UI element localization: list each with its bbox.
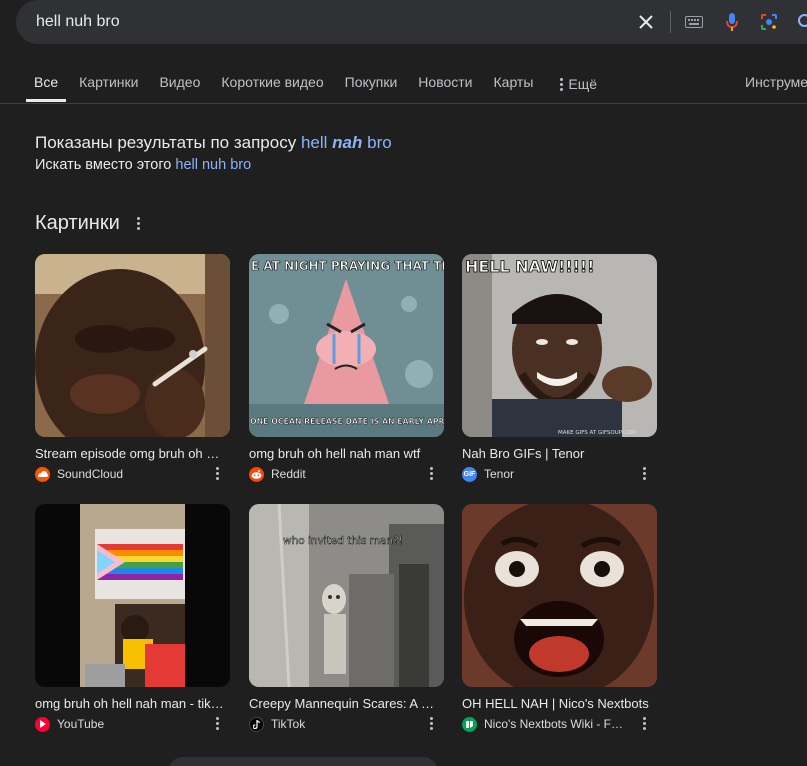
image-caption[interactable]: Nah Bro GIFs | Tenor — [462, 446, 652, 461]
image-menu-icon[interactable] — [212, 467, 222, 480]
image-menu-icon[interactable] — [426, 467, 436, 480]
section-menu-icon[interactable] — [134, 217, 144, 230]
screaming-face-image — [462, 504, 657, 687]
image-thumbnail[interactable]: HELL NAW!!!!! MAKE GIFS AT GIFSOUP.COM — [462, 254, 657, 437]
more-vert-icon — [558, 77, 564, 91]
tab-more-label: Ещё — [568, 76, 598, 92]
reddit-icon — [249, 466, 264, 482]
lens-icon[interactable] — [759, 12, 779, 32]
tools-button[interactable]: Инструменты — [745, 74, 807, 90]
mannequin-image: who invited this man?! — [249, 504, 444, 687]
image-source[interactable]: Nico's Nextbots Wiki - Fandom — [462, 716, 657, 732]
source-name: Nico's Nextbots Wiki - Fandom — [484, 717, 629, 731]
tab-short-videos[interactable]: Короткие видео — [221, 66, 323, 102]
image-menu-icon[interactable] — [212, 717, 222, 730]
image-result: E AT NIGHT PRAYING THAT THE N ONE OCEAN … — [249, 254, 444, 482]
tab-maps[interactable]: Карты — [494, 66, 534, 102]
image-thumbnail[interactable] — [462, 504, 657, 687]
image-menu-icon[interactable] — [639, 467, 649, 480]
image-menu-icon[interactable] — [639, 717, 649, 730]
fandom-icon — [462, 716, 477, 732]
image-source[interactable]: YouTube — [35, 716, 230, 732]
corrected-query-link[interactable]: hell nah bro — [301, 133, 392, 152]
crying-man-image — [35, 254, 230, 437]
hell-naw-gif-image: HELL NAW!!!!! MAKE GIFS AT GIFSOUP.COM — [462, 254, 657, 437]
tab-all[interactable]: Все — [26, 66, 67, 102]
classroom-projector-image — [35, 504, 230, 687]
tab-videos[interactable]: Видео — [159, 66, 200, 102]
tab-more[interactable]: Ещё — [558, 66, 597, 102]
corrected-word-2: bro — [367, 133, 392, 152]
search-icon[interactable] — [796, 12, 807, 32]
meme-bottom-text: ONE OCEAN RELEASE DATE IS AN EARLY APRIL… — [250, 417, 444, 426]
image-thumbnail[interactable]: E AT NIGHT PRAYING THAT THE N ONE OCEAN … — [249, 254, 444, 437]
source-name: YouTube — [57, 717, 105, 731]
tab-images[interactable]: Картинки — [79, 66, 138, 102]
tab-news[interactable]: Новости — [418, 66, 472, 102]
meme-top-text: E AT NIGHT PRAYING THAT THE N — [251, 259, 444, 273]
image-thumbnail[interactable] — [35, 504, 230, 687]
search-input[interactable] — [36, 0, 596, 44]
image-thumbnail[interactable] — [35, 254, 230, 437]
source-name: Tenor — [484, 467, 515, 481]
image-result: Stream episode omg bruh oh hell nah man … — [35, 254, 230, 482]
search-tabs: Все Картинки Видео Короткие видео Покупк… — [26, 66, 618, 102]
keyboard-icon[interactable] — [684, 12, 704, 32]
clear-icon[interactable] — [636, 12, 656, 32]
microphone-icon[interactable] — [722, 12, 742, 32]
meme-top-text: HELL NAW!!!!! — [465, 257, 594, 276]
tabs-divider — [0, 103, 807, 104]
more-images-button[interactable] — [168, 757, 438, 766]
meme-top-text: who invited this man?! — [283, 535, 403, 547]
soundcloud-icon — [35, 466, 50, 482]
image-source[interactable]: TikTok — [249, 716, 444, 732]
source-name: TikTok — [271, 717, 306, 731]
search-bar[interactable] — [16, 0, 807, 44]
image-caption[interactable]: Creepy Mannequin Scares: A Collection — [249, 696, 439, 711]
image-result: omg bruh oh hell nah man - tiktok YouTub… — [35, 504, 230, 732]
corrected-word-bold: nah — [332, 133, 363, 152]
spelling-correction: Показаны результаты по запросу hell nah … — [35, 133, 392, 153]
gifsoup-watermark: MAKE GIFS AT GIFSOUP.COM — [558, 430, 636, 436]
image-caption[interactable]: OH HELL NAH | Nico's Nextbots — [462, 696, 652, 711]
original-query-link[interactable]: hell nuh bro — [175, 157, 251, 173]
image-menu-icon[interactable] — [426, 717, 436, 730]
image-thumbnail[interactable]: who invited this man?! — [249, 504, 444, 687]
patrick-meme-image: E AT NIGHT PRAYING THAT THE N ONE OCEAN … — [249, 254, 444, 437]
source-name: SoundCloud — [57, 467, 124, 481]
search-instead: Искать вместо этого hell nuh bro — [35, 157, 251, 173]
corrected-word-1: hell — [300, 133, 328, 152]
image-caption[interactable]: omg bruh oh hell nah man wtf — [249, 446, 439, 461]
tiktok-icon — [249, 716, 264, 732]
search-instead-label: Искать вместо этого — [35, 157, 172, 173]
showing-results-label: Показаны результаты по запросу — [35, 133, 297, 152]
image-caption[interactable]: omg bruh oh hell nah man - tiktok — [35, 696, 225, 711]
search-divider — [670, 11, 671, 33]
tab-shopping[interactable]: Покупки — [345, 66, 398, 102]
images-section-title: Картинки — [35, 212, 120, 234]
image-source[interactable]: Reddit — [249, 466, 444, 482]
source-name: Reddit — [271, 467, 306, 481]
image-result: HELL NAW!!!!! MAKE GIFS AT GIFSOUP.COM N… — [462, 254, 657, 482]
image-result: who invited this man?! Creepy Mannequin … — [249, 504, 444, 732]
image-source[interactable]: SoundCloud — [35, 466, 230, 482]
image-source[interactable]: GIF Tenor — [462, 466, 657, 482]
youtube-icon — [35, 716, 50, 732]
images-section-header: Картинки — [35, 212, 144, 235]
image-result: OH HELL NAH | Nico's Nextbots Nico's Nex… — [462, 504, 657, 732]
image-caption[interactable]: Stream episode omg bruh oh hell nah man — [35, 446, 225, 461]
tenor-icon: GIF — [462, 466, 477, 482]
